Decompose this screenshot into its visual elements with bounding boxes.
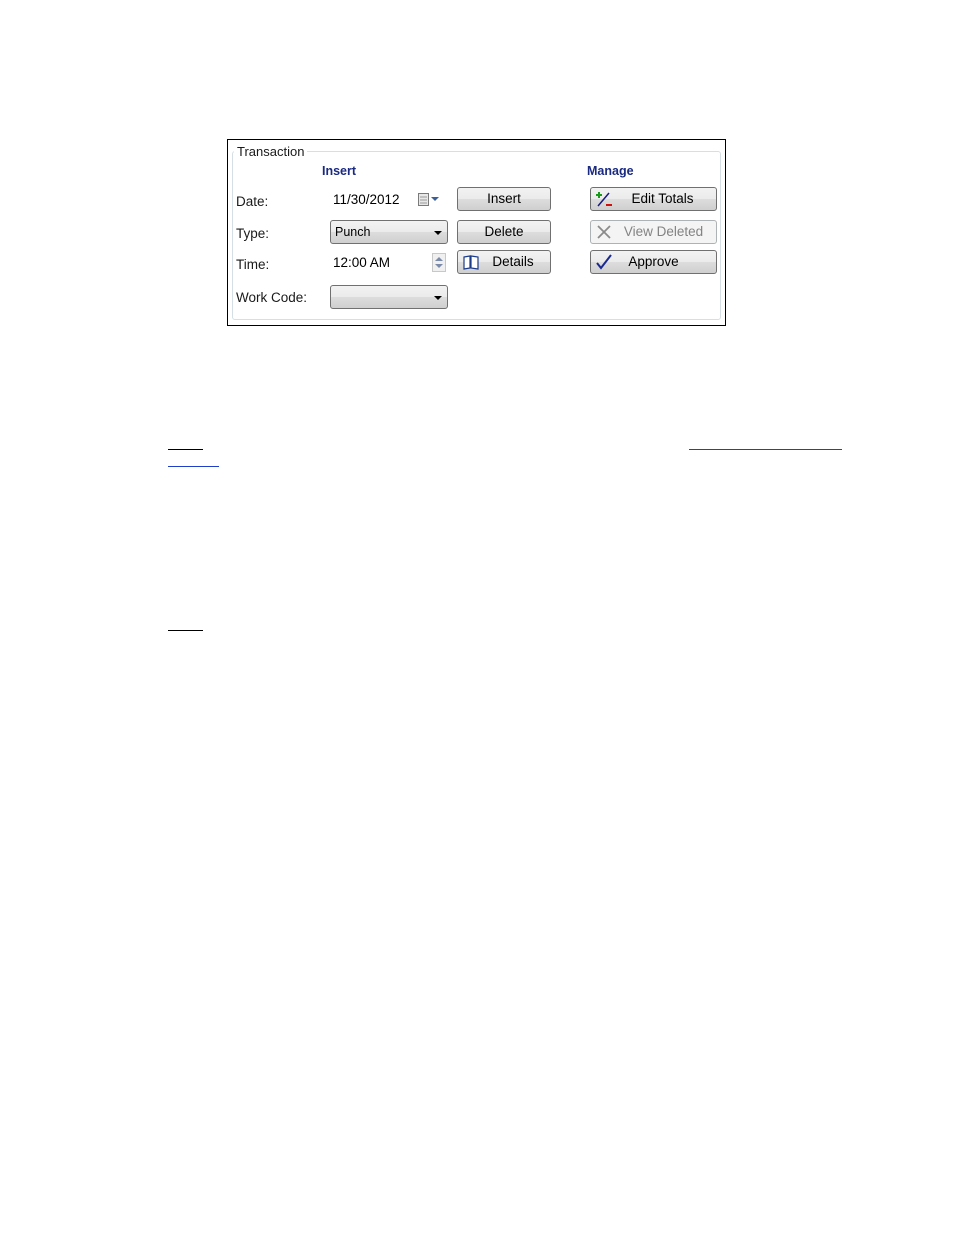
time-label: Time: [236, 257, 270, 272]
edit-totals-button[interactable]: Edit Totals [590, 187, 717, 211]
details-button-label: Details [492, 254, 534, 269]
link-underline[interactable] [689, 449, 842, 450]
spin-icon[interactable] [432, 253, 446, 272]
insert-button-label: Insert [487, 191, 521, 206]
checkmark-icon [596, 254, 612, 270]
view-deleted-button[interactable]: View Deleted [590, 220, 717, 244]
link-underline-continued[interactable] [168, 466, 219, 467]
time-spinner[interactable]: 12:00 AM [330, 251, 448, 274]
note-underline [168, 449, 203, 450]
time-value: 12:00 AM [333, 255, 391, 270]
type-value: Punch [335, 225, 371, 239]
delete-button[interactable]: Delete [457, 220, 551, 244]
approve-button-label: Approve [628, 254, 679, 269]
chevron-down-icon [434, 296, 442, 300]
transaction-panel: Transaction Insert Manage Date: 11/30/20… [227, 139, 726, 326]
work-code-label: Work Code: [236, 290, 308, 305]
details-button[interactable]: Details [457, 250, 551, 274]
insert-section-header: Insert [322, 164, 357, 178]
note-underline-2 [168, 630, 203, 631]
edit-totals-label: Edit Totals [631, 191, 694, 206]
delete-button-label: Delete [484, 224, 524, 239]
date-picker[interactable]: 11/30/2012 [330, 188, 448, 211]
chevron-down-icon [434, 231, 442, 235]
manage-section-header: Manage [587, 164, 634, 178]
type-dropdown[interactable]: Punch [330, 220, 448, 244]
x-icon [597, 225, 611, 239]
view-deleted-label: View Deleted [623, 224, 704, 239]
work-code-dropdown[interactable] [330, 285, 448, 309]
book-icon [463, 255, 479, 270]
insert-button[interactable]: Insert [457, 187, 551, 211]
group-title: Transaction [234, 144, 308, 160]
plus-minus-icon [596, 192, 612, 207]
approve-button[interactable]: Approve [590, 250, 717, 274]
date-label: Date: [236, 194, 269, 209]
type-label: Type: [236, 226, 270, 241]
calendar-icon[interactable] [418, 193, 440, 206]
date-value: 11/30/2012 [333, 192, 400, 207]
